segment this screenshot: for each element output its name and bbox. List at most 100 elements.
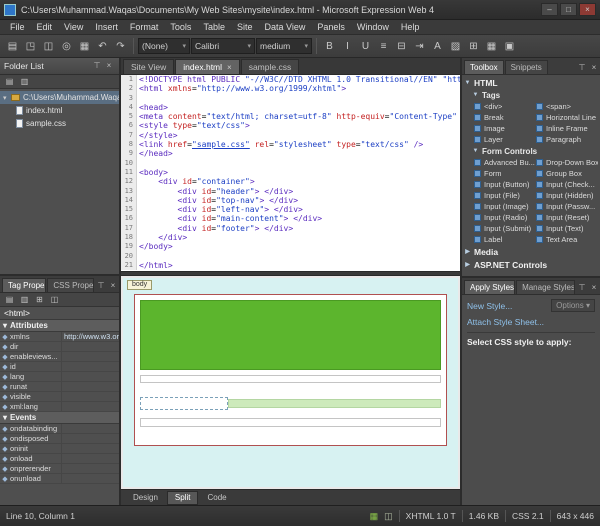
menu-help[interactable]: Help: [395, 21, 426, 33]
document-tab-site-view[interactable]: Site View: [123, 59, 174, 74]
toolbox-item-input-hidden[interactable]: Input (Hidden): [536, 190, 598, 201]
view-mode-split[interactable]: Split: [167, 491, 199, 505]
menu-file[interactable]: File: [4, 21, 31, 33]
toolbox-item-group-box[interactable]: Group Box: [536, 168, 598, 179]
toolbox-item-horizontal-line[interactable]: Horizontal Line: [536, 112, 598, 123]
properties-tab-tag-properties[interactable]: Tag Properties: [2, 278, 46, 292]
close-button[interactable]: ×: [579, 3, 596, 16]
code-line[interactable]: 3: [121, 94, 460, 103]
borders-icon[interactable]: ⊞: [465, 38, 482, 55]
toolbox-item-input-passw[interactable]: Input (Passw...: [536, 201, 598, 212]
property-row-xmlns[interactable]: ◆xmlnshttp://www.w3.org...: [0, 332, 119, 342]
design-main-content-div[interactable]: [228, 399, 441, 408]
font-size-dropdown[interactable]: medium▾: [256, 38, 312, 54]
code-line[interactable]: 2<html xmlns="http://www.w3.org/1999/xht…: [121, 84, 460, 93]
categorized-icon[interactable]: ▤: [3, 294, 16, 306]
toolbox-item-text-area[interactable]: Text Area: [536, 234, 598, 245]
new-page-icon[interactable]: ▤: [3, 76, 16, 88]
visual-aids-icon[interactable]: ▦: [370, 511, 379, 522]
code-line[interactable]: 21</html>: [121, 261, 460, 270]
menu-tools[interactable]: Tools: [164, 21, 197, 33]
design-tag-breadcrumb[interactable]: body: [127, 280, 152, 290]
code-line[interactable]: 4<head>: [121, 103, 460, 112]
design-size-indicator[interactable]: 643 x 446: [557, 511, 594, 521]
toolbox-item-layer[interactable]: Layer: [474, 134, 536, 145]
insert-picture-icon[interactable]: ▣: [501, 38, 518, 55]
document-tab-index-html[interactable]: index.html×: [175, 59, 239, 74]
toolbox-item-input-button[interactable]: Input (Button): [474, 179, 536, 190]
new-folder-icon[interactable]: ▥: [18, 76, 31, 88]
code-line[interactable]: 9</head>: [121, 149, 460, 158]
pin-icon[interactable]: ⊤: [576, 63, 588, 74]
toolbox-item-label[interactable]: Label: [474, 234, 536, 245]
folder-tree-root[interactable]: ▾C:\Users\Muhammad.Waqas\Documents\M: [0, 91, 119, 104]
toolbox-group-html[interactable]: ▼HTML: [464, 76, 598, 89]
style-application-icon[interactable]: ◫: [384, 511, 393, 522]
pin-icon[interactable]: ⊤: [91, 61, 103, 72]
code-line[interactable]: 17 <div id="footer"> </div>: [121, 224, 460, 233]
toolbox-item-break[interactable]: Break: [474, 112, 536, 123]
code-line[interactable]: 1<!DOCTYPE html PUBLIC "-//W3C//DTD XHTM…: [121, 75, 460, 84]
new-page-icon[interactable]: ▤: [4, 38, 21, 55]
font-dropdown[interactable]: Calibri▾: [191, 38, 255, 54]
toolbox-tab-toolbox[interactable]: Toolbox: [464, 60, 504, 74]
save-icon[interactable]: ◫: [40, 38, 57, 55]
css-schema-indicator[interactable]: CSS 2.1: [512, 511, 544, 521]
pin-icon[interactable]: ⊤: [95, 281, 107, 292]
undo-icon[interactable]: ↶: [94, 38, 111, 55]
properties-tab-css-properties[interactable]: CSS Properties: [47, 278, 94, 292]
design-top-nav-div[interactable]: [140, 375, 441, 383]
design-footer-div[interactable]: [140, 418, 441, 427]
toolbox-item-paragraph[interactable]: Paragraph: [536, 134, 598, 145]
property-row-lang[interactable]: ◆lang: [0, 372, 119, 382]
folder-tree-item-sample-css[interactable]: sample.css: [0, 117, 119, 130]
code-line[interactable]: 12 <div id="container">: [121, 177, 460, 186]
close-tab-icon[interactable]: ×: [227, 63, 232, 72]
styles-tab-apply-styles[interactable]: Apply Styles: [464, 280, 515, 294]
bold-icon[interactable]: B: [321, 38, 338, 55]
menu-window[interactable]: Window: [351, 21, 395, 33]
toolbox-item-input-file[interactable]: Input (File): [474, 190, 536, 201]
code-line[interactable]: 20: [121, 252, 460, 261]
code-line[interactable]: 19</body>: [121, 242, 460, 251]
property-row-ondatabinding[interactable]: ◆ondatabinding: [0, 424, 119, 434]
toolbox-item-form[interactable]: Form: [474, 168, 536, 179]
alphabetical-icon[interactable]: ▥: [18, 294, 31, 306]
menu-format[interactable]: Format: [124, 21, 165, 33]
open-icon[interactable]: ◳: [22, 38, 39, 55]
bullets-icon[interactable]: ⊟: [393, 38, 410, 55]
attach-style-sheet-link[interactable]: Attach Style Sheet...: [467, 317, 544, 327]
document-tab-sample-css[interactable]: sample.css: [241, 59, 300, 74]
toolbox-tab-snippets[interactable]: Snippets: [505, 60, 548, 74]
toolbox-item-span[interactable]: <span>: [536, 101, 598, 112]
property-row-id[interactable]: ◆id: [0, 362, 119, 372]
preview-in-browser-icon[interactable]: ◎: [58, 38, 75, 55]
property-row-onload[interactable]: ◆onload: [0, 454, 119, 464]
code-line[interactable]: 16 <div id="main-content"> </div>: [121, 214, 460, 223]
print-icon[interactable]: ▦: [76, 38, 93, 55]
design-left-nav-div[interactable]: [140, 397, 228, 410]
property-row-ondisposed[interactable]: ◆ondisposed: [0, 434, 119, 444]
property-section-events[interactable]: ▾Events: [0, 412, 119, 424]
new-style-link[interactable]: New Style...: [467, 301, 512, 311]
toolbox-item-div[interactable]: <div>: [474, 101, 536, 112]
view-mode-code[interactable]: Code: [199, 491, 234, 505]
align-left-icon[interactable]: ≡: [375, 38, 392, 55]
toolbox-item-image[interactable]: Image: [474, 123, 536, 134]
text-color-icon[interactable]: A: [429, 38, 446, 55]
menu-edit[interactable]: Edit: [31, 21, 59, 33]
code-line[interactable]: 11<body>: [121, 168, 460, 177]
property-row-dir[interactable]: ◆dir: [0, 342, 119, 352]
toolbox-item-input-submit[interactable]: Input (Submit): [474, 223, 536, 234]
property-value[interactable]: http://www.w3.org...: [62, 332, 119, 341]
toolbox-item-input-image[interactable]: Input (Image): [474, 201, 536, 212]
options-dropdown[interactable]: Options ▾: [551, 299, 595, 312]
toolbox-item-inline-frame[interactable]: Inline Frame: [536, 123, 598, 134]
toolbox-group-media[interactable]: ▶Media: [464, 245, 598, 258]
underline-icon[interactable]: U: [357, 38, 374, 55]
styles-tab-manage-styles[interactable]: Manage Styles: [516, 280, 575, 294]
view-mode-design[interactable]: Design: [125, 491, 166, 505]
menu-site[interactable]: Site: [231, 21, 259, 33]
toolbox-item-advanced-bu[interactable]: Advanced Bu...: [474, 157, 536, 168]
code-line[interactable]: 10: [121, 159, 460, 168]
